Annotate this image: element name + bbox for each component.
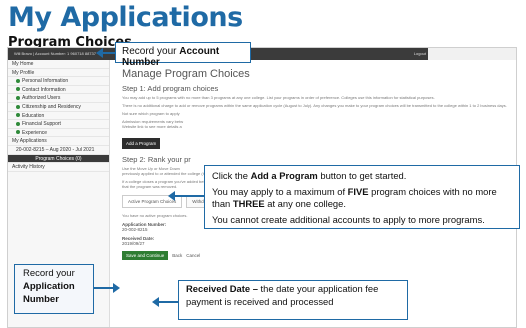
logout-link[interactable]: Logout: [414, 51, 426, 56]
complete-check-icon: [16, 78, 20, 83]
callout-application-number: Record your Application Number: [14, 264, 94, 314]
sidebar-item-program-choices[interactable]: Program Choices (0): [8, 154, 109, 164]
sidebar-item-contact[interactable]: Contact Information: [8, 86, 109, 95]
complete-check-icon: [16, 130, 20, 135]
sidebar-item-applications[interactable]: My Applications: [8, 137, 109, 146]
arrow-received-date-icon: [152, 297, 178, 307]
sidebar-item-authorized-users[interactable]: Authorized Users: [8, 94, 109, 103]
sidebar-item-home[interactable]: My Home: [8, 60, 109, 69]
sidebar-item-experience[interactable]: Experience: [8, 129, 109, 138]
account-number-text: Will Bravo | Account Number: 1 960718 88…: [14, 51, 96, 56]
callout-add-line3: You cannot create additional accounts to…: [212, 213, 485, 225]
step1-text: There is no additional charge to add or …: [122, 103, 507, 108]
complete-check-icon: [16, 104, 20, 109]
main-content: Manage Program Choices Step 1: Add progr…: [122, 62, 514, 260]
complete-check-icon: [16, 113, 20, 118]
callout-add-line2: You may apply to a maximum of FIVE progr…: [212, 185, 497, 210]
received-date-value: 2019/09/27: [122, 241, 145, 246]
sidebar-item-personal[interactable]: Personal Information: [8, 77, 109, 86]
form-actions: Save and Continue Back Cancel: [122, 251, 514, 260]
sidebar-item-application-cycle[interactable]: 20-002-8215 – Aug 2020 - Jul 2021: [8, 146, 109, 155]
arrow-app-number-icon: [94, 283, 120, 293]
step1-text: You may add up to 5 programs with no mor…: [122, 95, 435, 100]
arrow-add-program-icon: [168, 191, 204, 201]
callout-add-program: Click the Add a Program button to get st…: [204, 165, 520, 229]
callout-account-number: Record your Account Number: [115, 42, 251, 68]
step1-text: Not sure which program to apply: [122, 111, 180, 116]
top-bar-blank: [428, 48, 516, 60]
sidebar-item-activity-history[interactable]: Activity History: [8, 163, 109, 172]
callout-received-date: Received Date – the date your applicatio…: [178, 280, 408, 320]
sidebar-item-education[interactable]: Education: [8, 112, 109, 121]
page-title: Manage Program Choices: [122, 68, 250, 80]
back-button[interactable]: Back: [172, 253, 182, 258]
step2-title: Step 2: Rank your pr: [122, 155, 191, 164]
complete-check-icon: [16, 96, 20, 101]
step1-text: Website link to see more details a: [122, 124, 182, 129]
slide-title: My Applications: [8, 2, 243, 33]
save-continue-button[interactable]: Save and Continue: [122, 251, 169, 260]
cancel-button[interactable]: Cancel: [186, 253, 200, 258]
complete-check-icon: [16, 87, 20, 92]
callout-add-line1: Click the Add a Program button to get st…: [212, 170, 407, 181]
add-program-button[interactable]: Add a Program: [122, 138, 161, 149]
sidebar-item-citizenship[interactable]: Citizenship and Residency: [8, 103, 109, 112]
sidebar-item-profile[interactable]: My Profile: [8, 69, 109, 78]
complete-check-icon: [16, 121, 20, 126]
step1-title: Step 1: Add program choices: [122, 84, 219, 93]
sidebar-item-financial[interactable]: Financial Support: [8, 120, 109, 129]
